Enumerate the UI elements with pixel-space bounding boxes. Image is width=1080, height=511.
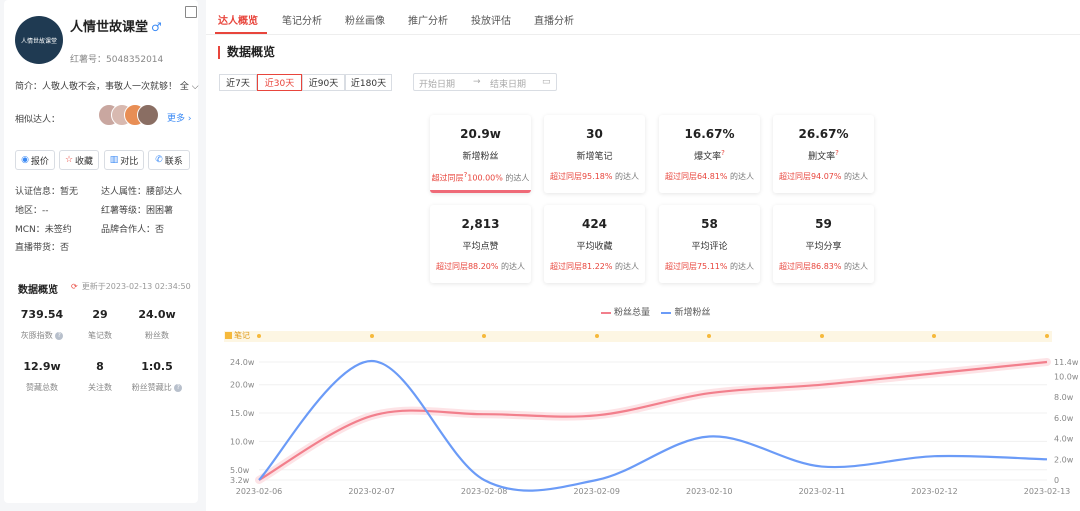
y-tick-right: 4.0w [1054, 435, 1074, 444]
phone-icon: ✆ [155, 155, 163, 165]
mcn-info: MCN：未签约 [15, 225, 72, 235]
favorite-button[interactable]: ☆ 收藏 [59, 150, 99, 170]
region-info: 地区：-- [15, 206, 49, 216]
more-link-label: 更多 [167, 114, 186, 124]
qr-code-icon[interactable] [185, 6, 197, 18]
chevron-right-icon: › [187, 114, 192, 124]
y-tick-right: 11.4w [1054, 358, 1079, 367]
x-tick: 2023-02-06 [236, 487, 283, 496]
update-time[interactable]: ⟳ 更新于2023-02-13 02:34:50 [71, 281, 191, 292]
y-tick-right: 6.0w [1054, 414, 1074, 423]
stat-likes: 12.9w 赞藏总数 [14, 360, 70, 393]
stat-label: 赞藏总数 [26, 383, 58, 392]
stat-label: 关注数 [88, 383, 112, 392]
profile-avatar[interactable]: 人情世故课堂 [15, 16, 63, 64]
compare-icon: ▥ [109, 155, 119, 165]
profile-intro-text: 简介：人敬人敬不会，事敬人一次就够！ 全 [15, 82, 189, 92]
y-tick-left: 15.0w [230, 409, 255, 418]
x-tick: 2023-02-10 [686, 487, 733, 496]
overview-title: 数据概览 [18, 285, 58, 296]
red-level: 红薯等级：困困薯 [101, 206, 174, 216]
x-tick: 2023-02-11 [799, 487, 846, 496]
profile-name: 人情世故课堂 ♂ [70, 16, 162, 35]
quote-label: 报价 [30, 156, 49, 167]
quote-icon: ◉ [21, 155, 29, 165]
action-buttons: ◉ 报价 ☆ 收藏 ▥ 对比 ✆ 联系 [15, 150, 193, 170]
stat-label: 笔记数 [88, 331, 112, 340]
similar-avatar[interactable] [137, 104, 159, 126]
stat-label-text: 灰豚指数 [20, 331, 53, 340]
stat-ratio: 1:0.5 粉丝赞藏比 ? [129, 360, 185, 393]
stat-following: 8 关注数 [72, 360, 128, 393]
red-id: 红薯号：5048352014 [70, 55, 164, 65]
stat-value: 739.54 [20, 308, 64, 321]
quote-button[interactable]: ◉ 报价 [15, 150, 55, 170]
profile-panel: 人情世故课堂 人情世故课堂 ♂ 红薯号：5048352014 简介：人敬人敬不会，… [4, 0, 199, 503]
x-tick: 2023-02-09 [573, 487, 620, 496]
favorite-label: 收藏 [75, 156, 94, 167]
avatar-text: 人情世故课堂 [20, 37, 57, 45]
x-tick: 2023-02-12 [911, 487, 958, 496]
help-icon[interactable]: ? [174, 383, 183, 392]
live-commerce: 直播带货：否 [15, 243, 70, 253]
x-tick: 2023-02-13 [1024, 487, 1071, 496]
stat-value: 12.9w [23, 360, 61, 373]
stat-label: 粉丝数 [145, 331, 169, 340]
y-tick-left: 24.0w [230, 358, 255, 367]
help-icon[interactable]: ? [55, 331, 64, 340]
update-time-text: 更新于2023-02-13 02:34:50 [81, 282, 191, 291]
y-tick-right: 8.0w [1054, 393, 1074, 402]
chevron-down-icon[interactable]: ⌵ [192, 82, 199, 92]
compare-label: 对比 [120, 156, 139, 167]
stat-value: 1:0.5 [141, 360, 173, 373]
stat-fans: 24.0w 粉丝数 [129, 308, 185, 341]
stat-label: 粉丝赞藏比 ? [129, 382, 185, 393]
stat-value: 24.0w [138, 308, 176, 321]
fans-line-chart: 24.0w 20.0w 15.0w 10.0w 5.0w3.2w 11.4w 10.0w 8.… [230, 358, 1079, 496]
brand-partner: 品牌合作人：否 [101, 225, 165, 235]
y-tick-right: 0 [1054, 476, 1059, 485]
contact-button[interactable]: ✆ 联系 [148, 150, 190, 170]
compare-button[interactable]: ▥ 对比 [104, 150, 144, 170]
stat-index: 739.54 灰豚指数 ? [14, 308, 70, 341]
profile-name-text: 人情世故课堂 [70, 20, 149, 35]
refresh-icon[interactable]: ⟳ [71, 282, 78, 291]
contact-label: 联系 [164, 156, 183, 167]
stat-label-text: 粉丝赞藏比 [131, 383, 172, 392]
creator-attribute: 达人属性：腰部达人 [101, 187, 183, 197]
stat-notes: 29 笔记数 [72, 308, 128, 341]
similar-label: 相似达人： [15, 115, 61, 125]
cert-info: 认证信息：暂无 [15, 187, 79, 197]
profile-intro[interactable]: 简介：人敬人敬不会，事敬人一次就够！ 全 ⌵ [15, 79, 199, 92]
y-tick-left: 20.0w [230, 381, 255, 390]
x-tick: 2023-02-07 [348, 487, 395, 496]
stat-value: 8 [96, 360, 104, 373]
x-tick: 2023-02-08 [461, 487, 508, 496]
series-line [258, 360, 1048, 481]
y-tick-right: 2.0w [1054, 455, 1074, 464]
more-link[interactable]: 更多 › [167, 111, 192, 124]
main-panel: 达人概览 笔记分析 粉丝画像 推广分析 投放评估 直播分析 数据概览 近7天 近… [206, 0, 1080, 511]
y-tick-left: 3.2w [230, 476, 250, 485]
y-tick-right: 10.0w [1054, 372, 1079, 381]
male-icon: ♂ [151, 20, 162, 34]
series-line [258, 359, 1048, 492]
star-icon: ☆ [64, 155, 74, 165]
stat-label: 灰豚指数 ? [14, 330, 70, 341]
y-tick-left: 10.0w [230, 437, 255, 446]
series-glow [255, 358, 1051, 484]
stat-value: 29 [92, 308, 108, 321]
y-tick-left: 5.0w [230, 466, 250, 475]
